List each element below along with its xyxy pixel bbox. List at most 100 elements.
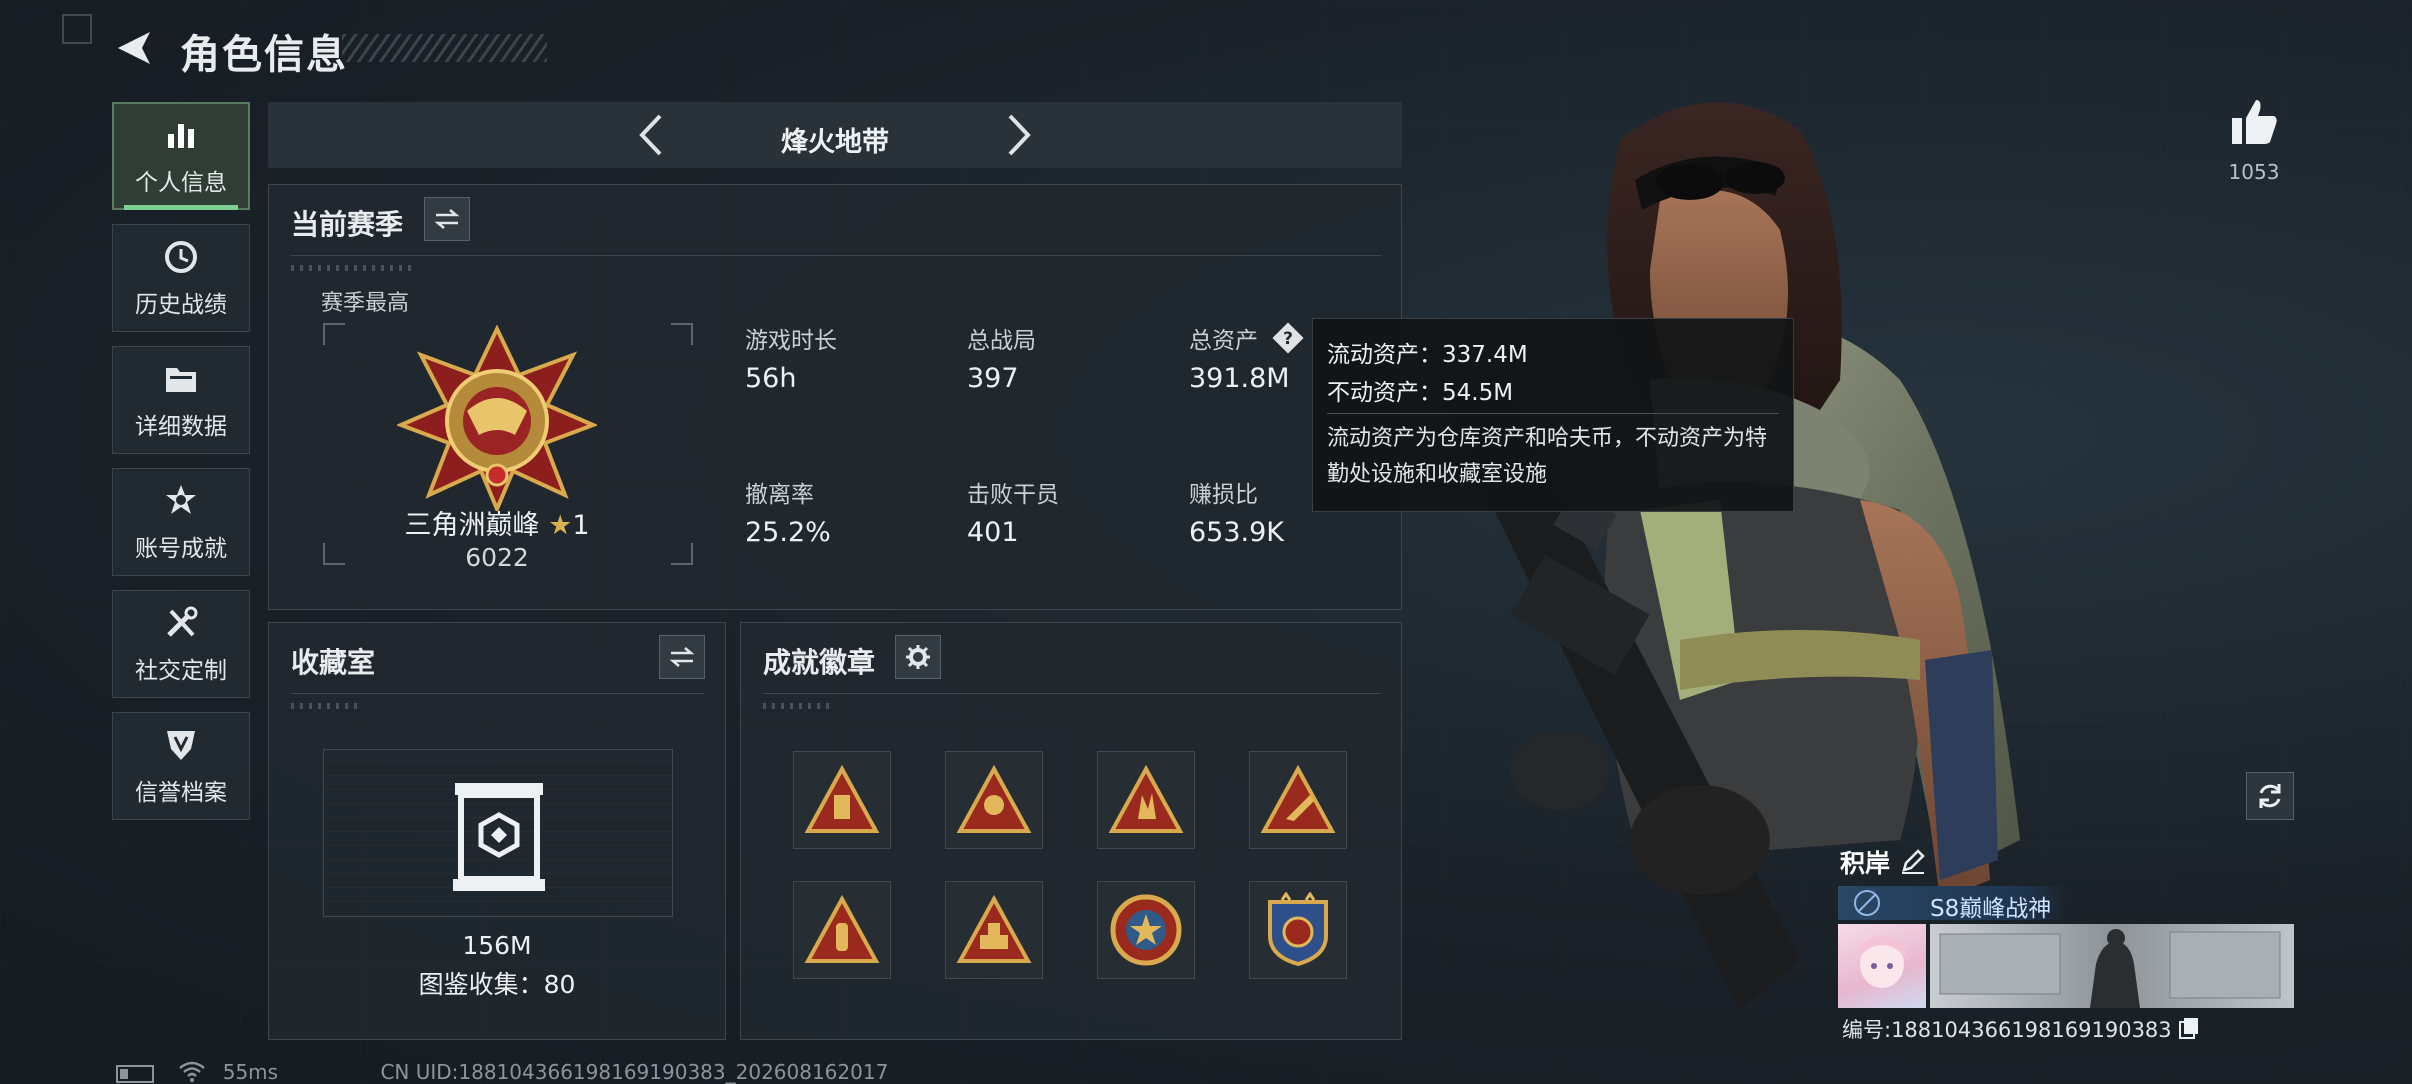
thumbs-up-icon[interactable] — [2228, 96, 2280, 148]
round-medal-badge-icon — [1110, 894, 1182, 966]
stat-label: 总战局 — [967, 328, 1036, 354]
badges-panel: 成就徽章 — [740, 622, 1402, 1040]
swap-arrows-icon — [669, 647, 695, 667]
tooltip-fixed-assets: 不动资产：54.5M — [1327, 380, 1514, 406]
rank-star-icon: ★ — [548, 510, 573, 541]
rank-name: 三角洲巅峰 — [404, 510, 540, 541]
nav-label: 信誉档案 — [135, 780, 227, 806]
player-avatar[interactable] — [1838, 924, 1926, 1008]
tick-decoration — [291, 703, 361, 709]
collection-title: 收藏室 — [291, 646, 376, 679]
title-tag: S8巅峰战神 — [1838, 886, 2068, 922]
triangle-badge-icon — [1108, 765, 1184, 833]
collection-panel[interactable]: 收藏室 156M 图鉴收集：80 — [268, 622, 726, 1040]
triangle-badge-icon — [1260, 765, 1336, 833]
tooltip-divider — [1327, 413, 1779, 414]
badges-title: 成就徽章 — [763, 646, 876, 679]
wrench-screwdriver-icon — [161, 603, 201, 643]
triangle-badge-icon — [804, 765, 880, 833]
edit-pencil-icon[interactable] — [1900, 848, 1926, 874]
collection-value: 156M — [462, 931, 532, 960]
rank-line: 三角洲巅峰 ★1 — [329, 503, 665, 542]
player-banner[interactable] — [1930, 924, 2294, 1008]
stat-label: 击败干员 — [967, 482, 1059, 508]
sidebar-nav: 个人信息 历史战绩 详细数据 账号成就 社交定制 信誉档案 — [112, 102, 250, 834]
folder-icon — [161, 359, 201, 399]
player-nameplate: 积岸 S8巅峰战神 编号:1881043661981691903​83 — [1838, 844, 2294, 1054]
like-count: 1053 — [2228, 160, 2280, 184]
collection-catalog: 图鉴收集：80 — [418, 970, 576, 999]
season-panel: 当前赛季 赛季最高 三角洲巅峰 ★1 6022 游戏时长 56h 总战局 397… — [268, 184, 1402, 610]
refresh-button[interactable] — [2246, 772, 2294, 820]
help-diamond-icon[interactable]: ? — [1269, 319, 1307, 357]
refresh-icon — [2259, 784, 2281, 808]
banner-soldier-icon — [1939, 929, 2281, 1008]
nav-label: 个人信息 — [135, 170, 227, 196]
shield-icon — [161, 725, 201, 765]
stat-value: 653.9K — [1189, 517, 1285, 548]
achievement-badge[interactable] — [1097, 751, 1195, 849]
nav-label: 账号成就 — [135, 536, 227, 562]
rank-score: 6022 — [465, 543, 529, 572]
ping-value: 55ms — [222, 1060, 279, 1084]
nav-item-match-history[interactable]: 历史战绩 — [112, 224, 250, 332]
tooltip-description: 流动资产为仓库资产和哈夫币，不动资产为特勤处设施和收藏室设施 — [1327, 426, 1768, 487]
player-name: 积岸 — [1840, 849, 1891, 878]
achievement-badge[interactable] — [793, 751, 891, 849]
triangle-badge-icon — [956, 765, 1032, 833]
nav-label: 历史战绩 — [135, 292, 227, 318]
nav-label: 详细数据 — [135, 414, 227, 440]
title-tag-text: S8巅峰战神 — [1930, 896, 2052, 922]
assets-tooltip: 流动资产：337.4M 不动资产：54.5M 流动资产为仓库资产和哈夫币，不动资… — [1312, 318, 1794, 512]
mode-name: 烽火地带 — [781, 127, 889, 158]
bar-chart-icon — [161, 115, 201, 155]
tick-decoration — [291, 265, 411, 271]
stat-label: 撤离率 — [745, 482, 814, 508]
badge-settings-button[interactable] — [895, 635, 941, 679]
achievement-badge[interactable] — [945, 751, 1043, 849]
tooltip-liquid-assets: 流动资产：337.4M — [1327, 342, 1528, 368]
stat-value: 391.8M — [1189, 363, 1290, 394]
swap-arrows-icon — [434, 209, 460, 229]
nav-item-detailed-data[interactable]: 详细数据 — [112, 346, 250, 454]
mode-switcher: 烽火地带 — [268, 102, 1402, 168]
status-bar: 55ms CN UID:1881043661981691903​83_20260… — [116, 1060, 888, 1084]
divider — [291, 693, 705, 694]
title-emblem-icon — [1854, 890, 1880, 916]
back-arrow-icon[interactable] — [112, 26, 156, 70]
player-id: 编号:1881043661981691903​83 — [1842, 1014, 2172, 1044]
copy-icon[interactable] — [2178, 1016, 2200, 1040]
gear-icon — [906, 645, 930, 669]
stat-value: 401 — [967, 517, 1019, 548]
season-title: 当前赛季 — [291, 208, 404, 241]
stat-value: 25.2% — [745, 517, 831, 548]
divider — [291, 255, 1381, 256]
swap-season-button[interactable] — [424, 197, 470, 241]
achievement-badge[interactable] — [1249, 751, 1347, 849]
svg-text:?: ? — [1283, 329, 1293, 349]
divider — [763, 693, 1381, 694]
frame-corner — [323, 323, 345, 345]
next-mode-chevron-icon[interactable] — [994, 112, 1040, 158]
achievement-badge[interactable] — [945, 881, 1043, 979]
corner-decoration — [62, 14, 92, 44]
achievement-badge[interactable] — [793, 881, 891, 979]
tick-decoration — [763, 703, 833, 709]
triangle-badge-icon — [804, 895, 880, 963]
nav-item-reputation-profile[interactable]: 信誉档案 — [112, 712, 250, 820]
nav-label: 社交定制 — [135, 658, 227, 684]
rank-stars: 1 — [572, 510, 590, 541]
swap-collection-button[interactable] — [659, 635, 705, 679]
nav-item-account-achievements[interactable]: 账号成就 — [112, 468, 250, 576]
achievement-badge[interactable] — [1249, 881, 1347, 979]
achievement-badge[interactable] — [1097, 881, 1195, 979]
stat-value: 56h — [745, 363, 797, 394]
nav-item-personal-info[interactable]: 个人信息 — [112, 102, 250, 210]
stat-label: 赚损比 — [1189, 482, 1258, 508]
display-case-icon — [453, 783, 545, 891]
shield-medal-badge-icon — [1268, 892, 1328, 967]
frame-corner — [671, 543, 693, 565]
wifi-icon — [178, 1060, 206, 1084]
nav-item-social-customization[interactable]: 社交定制 — [112, 590, 250, 698]
stat-label: 总资产 — [1189, 328, 1258, 354]
